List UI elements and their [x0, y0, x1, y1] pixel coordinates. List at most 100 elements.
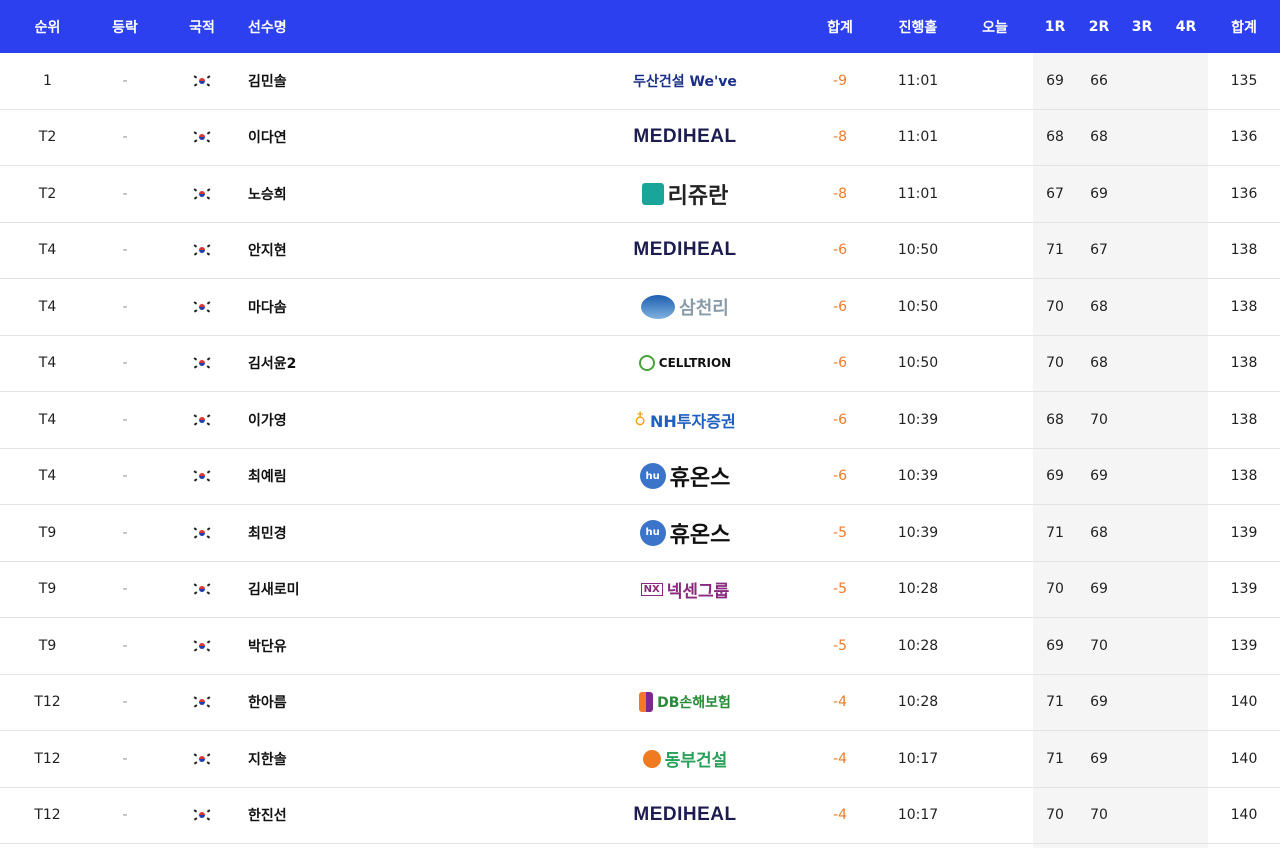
- player-name[interactable]: 마다솜: [248, 279, 548, 335]
- nation-cell: [170, 505, 234, 561]
- player-name[interactable]: 김민솔: [248, 53, 548, 109]
- col-nation[interactable]: 국적: [170, 0, 234, 53]
- col-rank[interactable]: 순위: [0, 0, 95, 53]
- round4-score: [1164, 223, 1208, 279]
- movement-cell: -: [122, 807, 128, 824]
- table-row[interactable]: T12 - 한아름 DB손해보험 -4 10:28 71 69 140: [0, 675, 1280, 731]
- table-row[interactable]: T4 - 김서윤2 CELLTRION -6 10:50 70 68 138: [0, 336, 1280, 392]
- table-row[interactable]: T12 - 한진선 MEDIHEAL -4 10:17 70 70 140: [0, 788, 1280, 844]
- rank-cell: T4: [38, 355, 57, 372]
- korea-flag-icon: [193, 188, 211, 200]
- huons-icon: hu: [639, 519, 666, 546]
- sponsor-text: MEDIHEAL: [633, 126, 737, 148]
- col-player[interactable]: 선수명: [248, 0, 548, 53]
- nh-icon: ♁: [634, 410, 647, 430]
- rank-cell: T4: [38, 242, 57, 259]
- table-row[interactable]: T9 - 박단유 -5 10:28 69 70 139: [0, 618, 1280, 675]
- player-name[interactable]: 안지현: [248, 223, 548, 279]
- db-icon: [639, 692, 654, 713]
- sponsor-text: 삼천리: [679, 297, 729, 319]
- total-score: -6: [833, 411, 847, 428]
- hole-progress: 11:01: [897, 72, 939, 89]
- table-row[interactable]: T4 - 안지현 MEDIHEAL -6 10:50 71 67 138: [0, 223, 1280, 279]
- total-score: -6: [833, 242, 847, 259]
- col-r4[interactable]: 4R: [1164, 0, 1208, 53]
- rijuran-icon: [641, 182, 664, 205]
- round4-score: [1164, 788, 1208, 844]
- round3-score: [1122, 788, 1162, 844]
- round4-score: [1164, 110, 1208, 166]
- nexen-icon: NX: [640, 582, 663, 596]
- rank-cell: T12: [34, 750, 61, 767]
- player-name[interactable]: 김서윤2: [248, 336, 548, 392]
- round4-score: [1164, 449, 1208, 505]
- round4-score: [1164, 53, 1208, 109]
- nation-cell: [170, 449, 234, 505]
- col-r2[interactable]: 2R: [1078, 0, 1120, 53]
- col-movement[interactable]: 등락: [95, 0, 155, 53]
- total-score: -8: [833, 129, 847, 146]
- col-r1[interactable]: 1R: [1035, 0, 1075, 53]
- round4-score: [1164, 731, 1208, 787]
- korea-flag-icon: [193, 131, 211, 143]
- player-name[interactable]: 최예림: [248, 449, 548, 505]
- nation-cell: [170, 788, 234, 844]
- nation-cell: [170, 53, 234, 109]
- col-r3[interactable]: 3R: [1122, 0, 1162, 53]
- col-hole[interactable]: 진행홀: [878, 0, 958, 53]
- round4-score: [1164, 279, 1208, 335]
- sum-score: 140: [1230, 807, 1258, 824]
- sum-score: 140: [1230, 750, 1258, 767]
- today-score: [965, 618, 1025, 674]
- round1-score: 71: [1046, 694, 1064, 711]
- player-name[interactable]: 이다연: [248, 110, 548, 166]
- col-sum[interactable]: 합계: [1208, 0, 1280, 53]
- round2-score: 69: [1090, 468, 1108, 485]
- huons-logo: hu 휴온스: [639, 517, 730, 549]
- player-name[interactable]: 박단유: [248, 618, 548, 674]
- sponsor-cell: 삼천리: [560, 279, 810, 335]
- movement-cell: -: [122, 185, 128, 202]
- table-row[interactable]: T9 - 최민경 hu 휴온스 -5 10:39 71 68 139: [0, 505, 1280, 562]
- round4-score: [1164, 505, 1208, 561]
- nation-cell: [170, 392, 234, 448]
- table-row[interactable]: T2 - 이다연 MEDIHEAL -8 11:01 68 68 136: [0, 110, 1280, 166]
- round1-score: 71: [1046, 524, 1064, 541]
- sum-score: 139: [1230, 524, 1258, 541]
- round2-score: 68: [1090, 298, 1108, 315]
- sum-score: 136: [1230, 129, 1258, 146]
- sponsor-text: MEDIHEAL: [633, 239, 737, 261]
- sponsor-text: NH투자증권: [650, 411, 736, 431]
- player-name[interactable]: 이가영: [248, 392, 548, 448]
- today-score: [965, 731, 1025, 787]
- table-header: 순위 등락 국적 선수명 합계 진행홀 오늘 1R 2R 3R 4R 합계: [0, 0, 1280, 53]
- col-today[interactable]: 오늘: [965, 0, 1025, 53]
- today-score: [965, 392, 1025, 448]
- sum-score: 138: [1230, 355, 1258, 372]
- rank-cell: T2: [38, 129, 57, 146]
- table-row[interactable]: T12 - 지한솔 동부건설 -4 10:17 71 69 140: [0, 731, 1280, 788]
- nation-cell: [170, 675, 234, 731]
- doosan-logo: 두산건설 We've: [633, 71, 737, 91]
- table-row[interactable]: T4 - 이가영 ♁ NH투자증권 -6 10:39 68 70 138: [0, 392, 1280, 449]
- table-row[interactable]: T2 - 노승희 리쥬란 -8 11:01 67 69 136: [0, 166, 1280, 223]
- sponsor-cell: DB손해보험: [560, 675, 810, 731]
- table-row[interactable]: T9 - 김새로미 NX 넥센그룹 -5 10:28 70 69 139: [0, 562, 1280, 618]
- player-name[interactable]: 한진선: [248, 788, 548, 844]
- sum-score: 138: [1230, 242, 1258, 259]
- player-name[interactable]: 지한솔: [248, 731, 548, 787]
- table-row[interactable]: 1 - 김민솔 두산건설 We've -9 11:01 69 66 135: [0, 53, 1280, 110]
- round3-score: [1122, 279, 1162, 335]
- total-score: -6: [833, 468, 847, 485]
- player-name[interactable]: 한아름: [248, 675, 548, 731]
- table-row[interactable]: T4 - 마다솜 삼천리 -6 10:50 70 68 138: [0, 279, 1280, 336]
- nh-logo: ♁ NH투자증권: [634, 408, 735, 432]
- player-name[interactable]: 최민경: [248, 505, 548, 561]
- player-name[interactable]: 김새로미: [248, 562, 548, 618]
- round2-score: 70: [1090, 807, 1108, 824]
- col-total[interactable]: 합계: [810, 0, 870, 53]
- sponsor-text: 휴온스: [669, 466, 731, 492]
- player-name[interactable]: 노승희: [248, 166, 548, 222]
- hole-progress: 10:28: [897, 581, 939, 598]
- table-row[interactable]: T4 - 최예림 hu 휴온스 -6 10:39 69 69 138: [0, 449, 1280, 505]
